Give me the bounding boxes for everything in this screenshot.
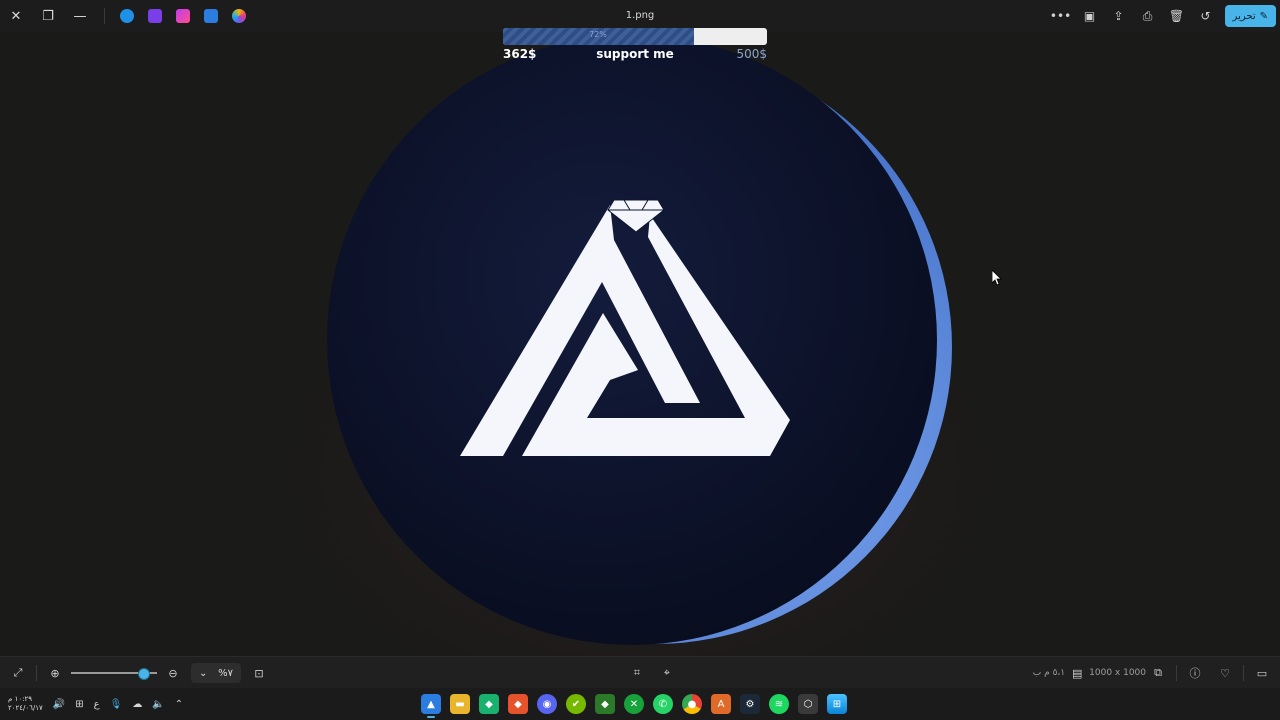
speaker-icon[interactable]: 🔈 — [152, 699, 164, 710]
storage-icon: ▤ — [1071, 666, 1083, 680]
goal-title: support me — [596, 47, 674, 61]
delete-icon[interactable]: 🗑 — [1165, 4, 1189, 28]
resolution-icon: ⧉ — [1154, 666, 1162, 679]
slider-thumb[interactable] — [138, 668, 151, 680]
clock[interactable]: ١٠:٢٩ م ٢٠٢٤/٠٦/١٧ — [8, 695, 43, 713]
info-icon[interactable]: ⓘ — [1183, 661, 1207, 685]
clipchamp-icon[interactable] — [148, 9, 162, 23]
windows-start-icon[interactable]: ⊞ — [827, 694, 847, 714]
edit-label: تحرير — [1232, 10, 1256, 22]
goal-amount: 500$ — [736, 47, 767, 61]
visual-search-icon[interactable]: ⌖ — [655, 661, 679, 685]
close-icon[interactable]: ✕ — [0, 0, 32, 32]
photos-app-icon[interactable]: ▲ — [421, 694, 441, 718]
chevron-down-icon: ⌄ — [199, 667, 208, 679]
image-dimensions: 1000 x 1000 — [1089, 668, 1146, 678]
print-icon[interactable]: ⎙ — [1136, 4, 1160, 28]
more-icon[interactable]: ••• — [1049, 4, 1073, 28]
designer-icon[interactable] — [176, 9, 190, 23]
network-icon[interactable]: ⊞ — [75, 699, 83, 710]
volume-icon[interactable]: 🔊 — [53, 699, 65, 710]
image-viewer[interactable] — [0, 32, 1280, 656]
share-icon[interactable]: ⇪ — [1107, 4, 1131, 28]
taskbar-apps: ▲ ▬ ◆ ◆ ◉ ✔ ◆ ✕ ✆ ● A ⚙ ≋ ⬡ ⊞ — [421, 692, 847, 718]
divider — [1176, 665, 1177, 681]
viewer-bottom-bar: ⤢ ⊕ ⊖ ⌄ %٧ ⊡ ⌗ ⌖ ٥،١ م ب ▤ 1000 x 1000 ⧉… — [0, 656, 1280, 689]
edit-icon: ✎ — [1259, 10, 1268, 22]
onedrive-icon[interactable] — [120, 9, 134, 23]
window-controls: ✕ ❐ — — [0, 0, 253, 32]
chevron-up-icon[interactable]: ⌃ — [175, 699, 183, 710]
unity-icon[interactable]: ⬡ — [798, 694, 818, 714]
minimize-icon[interactable]: — — [64, 0, 96, 32]
favorite-heart-icon[interactable]: ♡ — [1213, 661, 1237, 685]
android-studio-icon[interactable]: ◆ — [479, 694, 499, 714]
slider-fill — [71, 672, 144, 674]
divider — [104, 8, 105, 24]
chrome-icon[interactable]: ● — [682, 694, 702, 714]
taskbar: ١٠:٢٩ م ٢٠٢٤/٠٦/١٧ 🔊 ⊞ ع 🎙 ☁ 🔈 ⌃ ▲ ▬ ◆ ◆… — [0, 688, 1280, 720]
filmstrip-icon[interactable]: ▭ — [1250, 661, 1274, 685]
donation-goal-widget: 72% 362$ support me 500$ — [503, 28, 767, 68]
steam-icon[interactable]: ⚙ — [740, 694, 760, 714]
date: ٢٠٢٤/٠٦/١٧ — [8, 704, 43, 712]
divider — [36, 665, 37, 681]
divider — [1243, 665, 1244, 681]
copilot-icon[interactable] — [232, 9, 246, 23]
restore-icon[interactable]: ❐ — [32, 0, 64, 32]
xbox-icon[interactable]: ✕ — [624, 694, 644, 714]
toolbar: ••• ▣ ⇪ ⎙ 🗑 ↺ تحرير ✎ — [1049, 4, 1276, 28]
edit-button[interactable]: تحرير ✎ — [1224, 5, 1276, 27]
zoom-value: %٧ — [218, 667, 233, 679]
slideshow-icon[interactable]: ▣ — [1078, 4, 1102, 28]
microphone-icon[interactable]: 🎙 — [110, 699, 123, 710]
photos-icon[interactable] — [204, 9, 218, 23]
autocad-icon[interactable]: A — [711, 694, 731, 714]
vim-icon[interactable]: ◆ — [595, 694, 615, 714]
file-size: ٥،١ م ب — [1032, 668, 1066, 678]
time: ١٠:٢٩ م — [8, 695, 32, 703]
cloud-icon[interactable]: ☁ — [132, 699, 142, 710]
zoom-dropdown[interactable]: ⌄ %٧ — [191, 663, 241, 683]
crop-icon[interactable]: ⌗ — [625, 661, 649, 685]
zoom-slider[interactable] — [71, 665, 157, 681]
zoom-in-icon[interactable]: ⊕ — [43, 661, 67, 685]
rotate-icon[interactable]: ↺ — [1194, 4, 1218, 28]
mouse-cursor-icon — [992, 270, 1002, 286]
dark-circle — [327, 35, 937, 645]
brave-browser-icon[interactable]: ◆ — [508, 694, 528, 714]
fit-screen-icon[interactable]: ⊡ — [247, 661, 271, 685]
whatsapp-icon[interactable]: ✆ — [653, 694, 673, 714]
fullscreen-icon[interactable]: ⤢ — [6, 661, 30, 685]
progress-labels: 362$ support me 500$ — [503, 47, 767, 65]
logo-image — [327, 35, 952, 645]
nvidia-icon[interactable]: ✔ — [566, 694, 586, 714]
progress-percent: 72% — [589, 30, 607, 39]
progress-track: 72% — [503, 28, 767, 45]
language-indicator[interactable]: ع — [94, 699, 100, 710]
file-explorer-icon[interactable]: ▬ — [450, 694, 470, 714]
spotify-icon[interactable]: ≋ — [769, 694, 789, 714]
system-tray: ١٠:٢٩ م ٢٠٢٤/٠٦/١٧ 🔊 ⊞ ع 🎙 ☁ 🔈 ⌃ — [8, 688, 183, 720]
discord-icon[interactable]: ◉ — [537, 694, 557, 714]
zoom-out-icon[interactable]: ⊖ — [161, 661, 185, 685]
